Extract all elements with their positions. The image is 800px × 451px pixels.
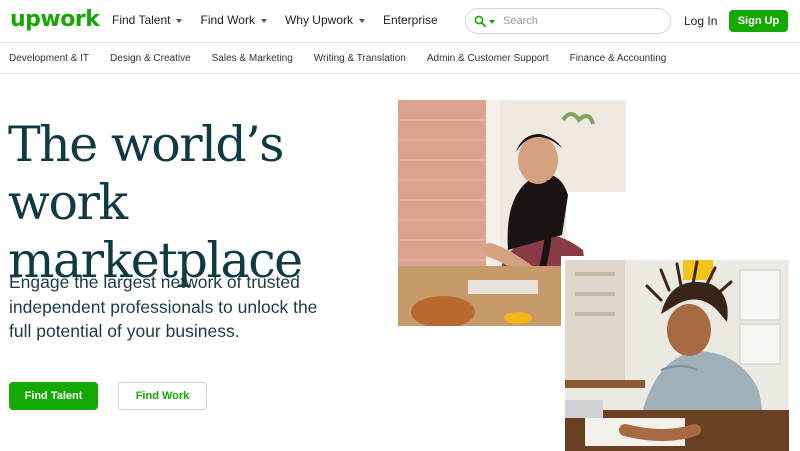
hero-photo-man [561,256,789,451]
nav-why-upwork[interactable]: Why Upwork [285,13,365,27]
nav-find-work-label: Find Work [200,13,255,27]
search-icon[interactable] [474,15,486,27]
nav-find-talent-label: Find Talent [112,13,171,27]
find-work-button[interactable]: Find Work [118,382,207,410]
upwork-logo[interactable]: upwork [10,7,100,32]
main-nav: Find Talent Find Work Why Upwork Enterpr… [112,13,456,27]
hero-headline-line1: The world’s work [8,116,284,231]
hero-headline: The world’s work marketplace [8,116,408,290]
login-link[interactable]: Log In [684,14,717,28]
nav-enterprise[interactable]: Enterprise [383,13,438,27]
nav-find-talent[interactable]: Find Talent [112,13,183,27]
category-admin-customer-support[interactable]: Admin & Customer Support [427,53,549,64]
top-navigation-bar: upwork Find Talent Find Work Why Upwork … [0,0,800,42]
chevron-down-icon [176,19,183,23]
chevron-down-icon [260,19,267,23]
category-design-creative[interactable]: Design & Creative [110,53,191,64]
nav-enterprise-label: Enterprise [382,13,438,27]
category-finance-accounting[interactable]: Finance & Accounting [570,53,667,64]
category-bar: Development & IT Design & Creative Sales… [0,42,800,74]
nav-why-upwork-label: Why Upwork [284,13,353,27]
chevron-down-icon [358,19,365,23]
search-box[interactable] [465,8,671,34]
hero-photo-man-illustration [565,260,789,451]
category-writing-translation[interactable]: Writing & Translation [314,53,406,64]
hero-subheading: Engage the largest network of trusted in… [9,272,318,341]
category-development-it[interactable]: Development & IT [9,53,89,64]
logo-wordmark: upwork [10,7,100,32]
find-talent-button[interactable]: Find Talent [9,382,98,410]
search-type-dropdown-icon[interactable] [489,19,495,24]
search-input[interactable] [503,15,653,27]
category-sales-marketing[interactable]: Sales & Marketing [212,53,293,64]
nav-find-work[interactable]: Find Work [200,13,267,27]
signup-button[interactable]: Sign Up [729,10,788,32]
